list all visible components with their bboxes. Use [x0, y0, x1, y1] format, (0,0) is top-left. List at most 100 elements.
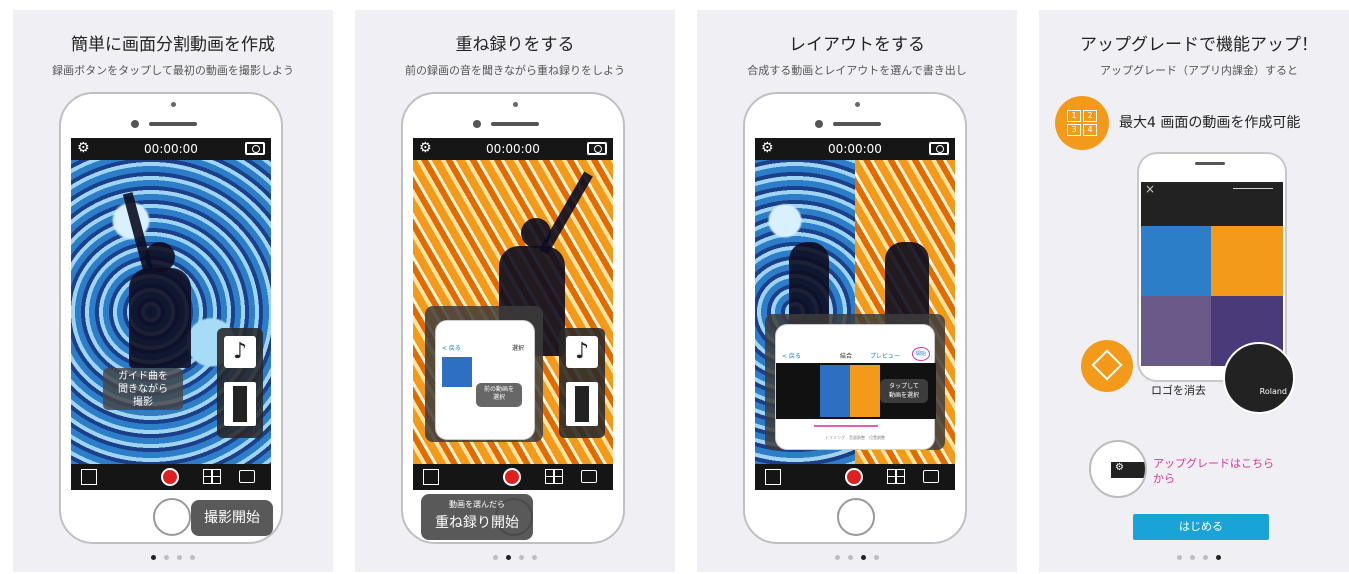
- music-note-icon[interactable]: ♪: [224, 336, 256, 368]
- single-layout-icon[interactable]: [81, 469, 97, 485]
- back-link[interactable]: < 戻る: [442, 343, 461, 352]
- front-camera: [513, 102, 518, 107]
- library-icon[interactable]: [239, 470, 255, 483]
- gear-button: ⚙: [1111, 462, 1145, 478]
- video-tile-3: [1141, 296, 1211, 366]
- tip-line: 聞きながら: [118, 384, 168, 395]
- grid-numbers: 1 2 3 4: [1067, 110, 1097, 136]
- sensor-dot: [131, 120, 139, 128]
- sensor-dot: [815, 120, 823, 128]
- top-bar: ⚙ 00:00:00: [755, 138, 955, 160]
- tip-line: ガイド曲を: [118, 371, 168, 382]
- panel-subtitle: アップグレード（アプリ内課金）すると: [1100, 64, 1298, 77]
- speaker: [1195, 162, 1225, 165]
- eraser-shape: [1091, 349, 1123, 381]
- select-tip: 前の動画を 選択: [476, 383, 522, 407]
- video-thumbnail[interactable]: [442, 357, 472, 387]
- layout-slot-left[interactable]: [820, 365, 850, 417]
- preview-link[interactable]: プレビュー: [870, 351, 900, 360]
- top-bar: ⚙ 00:00:00: [71, 138, 271, 160]
- single-layout-icon[interactable]: [765, 469, 781, 485]
- edit-options: トリミング 音量調整 位置調整: [825, 435, 885, 440]
- overdub-callout: 動画を選んだら 重ね録り開始: [421, 494, 533, 540]
- library-icon[interactable]: [581, 470, 597, 483]
- mini-phone: < 戻る 結合 プレビュー 開始 タップして 動画を選択 トリミング 音量調整 …: [775, 324, 936, 450]
- phone-frame: ⚙ 00:00:00 < 戻る 結合 プレビュー 開始 タップして 動画を選択 …: [743, 92, 967, 544]
- grid-num: 1: [1067, 110, 1081, 122]
- timer: 00:00:00: [144, 142, 198, 156]
- panel-1: 簡単に画面分割動画を作成 録画ボタンをタップして最初の動画を撮影しよう ⚙ 00…: [13, 10, 333, 572]
- start-link[interactable]: 開始: [912, 347, 930, 361]
- panel-subtitle: 合成する動画とレイアウトを選んで書き出し: [747, 64, 967, 77]
- callout-small: 動画を選んだら: [449, 500, 505, 509]
- layout-slot-right[interactable]: [850, 365, 880, 417]
- callout-main: 重ね録り開始: [435, 515, 519, 531]
- record-button[interactable]: [845, 468, 863, 486]
- grid-num: 4: [1083, 124, 1097, 136]
- panel-title: 簡単に画面分割動画を作成: [71, 35, 275, 55]
- camera-switch-icon[interactable]: [587, 142, 607, 155]
- tip-line: 動画を選択: [888, 392, 919, 399]
- gear-icon[interactable]: ⚙: [1115, 462, 1124, 473]
- camera-switch-icon[interactable]: [929, 142, 949, 155]
- front-camera: [171, 102, 176, 107]
- page-indicator: [13, 555, 333, 560]
- camera-switch-icon[interactable]: [245, 142, 265, 155]
- grid-layout-icon[interactable]: [887, 469, 905, 484]
- panel-4: アップグレードで機能アップ！ アップグレード（アプリ内課金）すると 1 2 3 …: [1039, 10, 1349, 572]
- upgrade-link[interactable]: アップグレードはこちら から: [1153, 456, 1274, 486]
- record-button[interactable]: [503, 468, 521, 486]
- music-note-icon[interactable]: ♪: [566, 336, 598, 368]
- tip-line: 前の動画を: [483, 386, 514, 393]
- performer-body: [129, 268, 191, 368]
- media-picker: ♪: [559, 328, 605, 438]
- page-indicator: [355, 555, 675, 560]
- recording-screen: ⚙ 00:00:00 < 戻る 選択 前の動画を 選択 ♪: [413, 138, 613, 490]
- panel-subtitle: 録画ボタンをタップして最初の動画を撮影しよう: [52, 64, 294, 77]
- panel-title: レイアウトをする: [789, 35, 925, 55]
- trim-arrow[interactable]: [814, 425, 878, 427]
- mini-phone: < 戻る 選択 前の動画を 選択: [435, 320, 535, 440]
- close-icon[interactable]: ×: [1145, 182, 1155, 196]
- speaker: [149, 122, 197, 126]
- record-button[interactable]: [161, 468, 179, 486]
- speaker: [491, 122, 539, 126]
- page-indicator: [697, 555, 1017, 560]
- home-button: [837, 498, 875, 536]
- home-button: [153, 498, 191, 536]
- brand-logo: Roland: [1259, 387, 1287, 396]
- library-icon[interactable]: [923, 470, 939, 483]
- film-icon[interactable]: [566, 382, 598, 426]
- grid-layout-icon[interactable]: [545, 469, 563, 484]
- film-icon[interactable]: [224, 382, 256, 426]
- phone-frame: ⚙ 00:00:00 ♪ ガイド曲を 聞きながら 撮影: [59, 92, 283, 544]
- phone-frame: ⚙ 00:00:00 < 戻る 選択 前の動画を 選択 ♪: [401, 92, 625, 544]
- layout-popup: < 戻る 結合 プレビュー 開始 タップして 動画を選択 トリミング 音量調整 …: [765, 314, 945, 450]
- front-camera: [855, 102, 860, 107]
- tip-line: 選択: [492, 394, 505, 401]
- volume-slider[interactable]: [1233, 188, 1273, 189]
- single-layout-icon[interactable]: [423, 469, 439, 485]
- eraser-icon: [1081, 340, 1133, 392]
- start-button[interactable]: はじめる: [1133, 514, 1269, 540]
- panel-title: 重ね録りをする: [455, 35, 575, 55]
- select-label: 選択: [511, 345, 524, 352]
- grid-layout-icon[interactable]: [203, 469, 221, 484]
- timer: 00:00:00: [486, 142, 540, 156]
- back-link[interactable]: < 戻る: [782, 351, 801, 360]
- panel-title: アップグレードで機能アップ！: [1080, 35, 1318, 55]
- preview-area: タップして 動画を選択: [776, 363, 936, 419]
- feature-remove-logo: ロゴを消去: [1151, 384, 1206, 397]
- page-indicator: [1039, 555, 1349, 560]
- speaker: [833, 122, 881, 126]
- layout-tip: タップして 動画を選択: [880, 379, 928, 403]
- upgrade-zoom: ⚙: [1089, 440, 1147, 498]
- bottom-toolbar: [413, 464, 613, 490]
- upgrade-link-line: から: [1153, 472, 1175, 485]
- layout-screen: ⚙ 00:00:00 < 戻る 結合 プレビュー 開始 タップして 動画を選択 …: [755, 138, 955, 490]
- preview-header: ×: [1141, 182, 1283, 226]
- grid-num: 2: [1083, 110, 1097, 122]
- upgrade-link-line: アップグレードはこちら: [1153, 457, 1274, 470]
- top-bar: ⚙ 00:00:00: [413, 138, 613, 160]
- guide-tip: ガイド曲を 聞きながら 撮影: [103, 368, 183, 410]
